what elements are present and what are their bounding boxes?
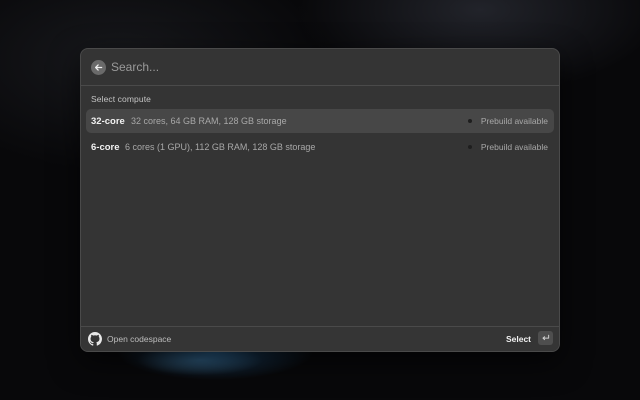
prebuild-status: Prebuild available bbox=[480, 116, 548, 126]
list-item-32-core[interactable]: 32-core 32 cores, 64 GB RAM, 128 GB stor… bbox=[86, 109, 554, 133]
machine-description: 32 cores, 64 GB RAM, 128 GB storage bbox=[131, 116, 287, 126]
status-dot-icon bbox=[468, 119, 472, 123]
enter-key-icon[interactable] bbox=[538, 331, 553, 345]
section-label: Select compute bbox=[91, 94, 151, 104]
github-icon bbox=[88, 332, 102, 346]
back-button[interactable] bbox=[91, 60, 106, 75]
search-input[interactable] bbox=[111, 57, 541, 77]
footer-bar: Open codespace Select bbox=[81, 326, 559, 351]
select-button[interactable]: Select bbox=[506, 334, 531, 344]
machine-description: 6 cores (1 GPU), 112 GB RAM, 128 GB stor… bbox=[125, 142, 316, 152]
arrow-left-icon bbox=[94, 64, 103, 71]
command-palette: Select compute 32-core 32 cores, 64 GB R… bbox=[80, 48, 560, 352]
open-codespace-label: Open codespace bbox=[107, 334, 172, 344]
return-arrow-icon bbox=[542, 334, 550, 341]
search-bar bbox=[81, 49, 559, 86]
prebuild-status: Prebuild available bbox=[480, 142, 548, 152]
machine-list: 32-core 32 cores, 64 GB RAM, 128 GB stor… bbox=[86, 109, 554, 161]
status-dot-icon bbox=[468, 145, 472, 149]
machine-name: 32-core bbox=[91, 115, 125, 127]
list-item-6-core[interactable]: 6-core 6 cores (1 GPU), 112 GB RAM, 128 … bbox=[86, 135, 554, 159]
machine-name: 6-core bbox=[91, 141, 120, 153]
